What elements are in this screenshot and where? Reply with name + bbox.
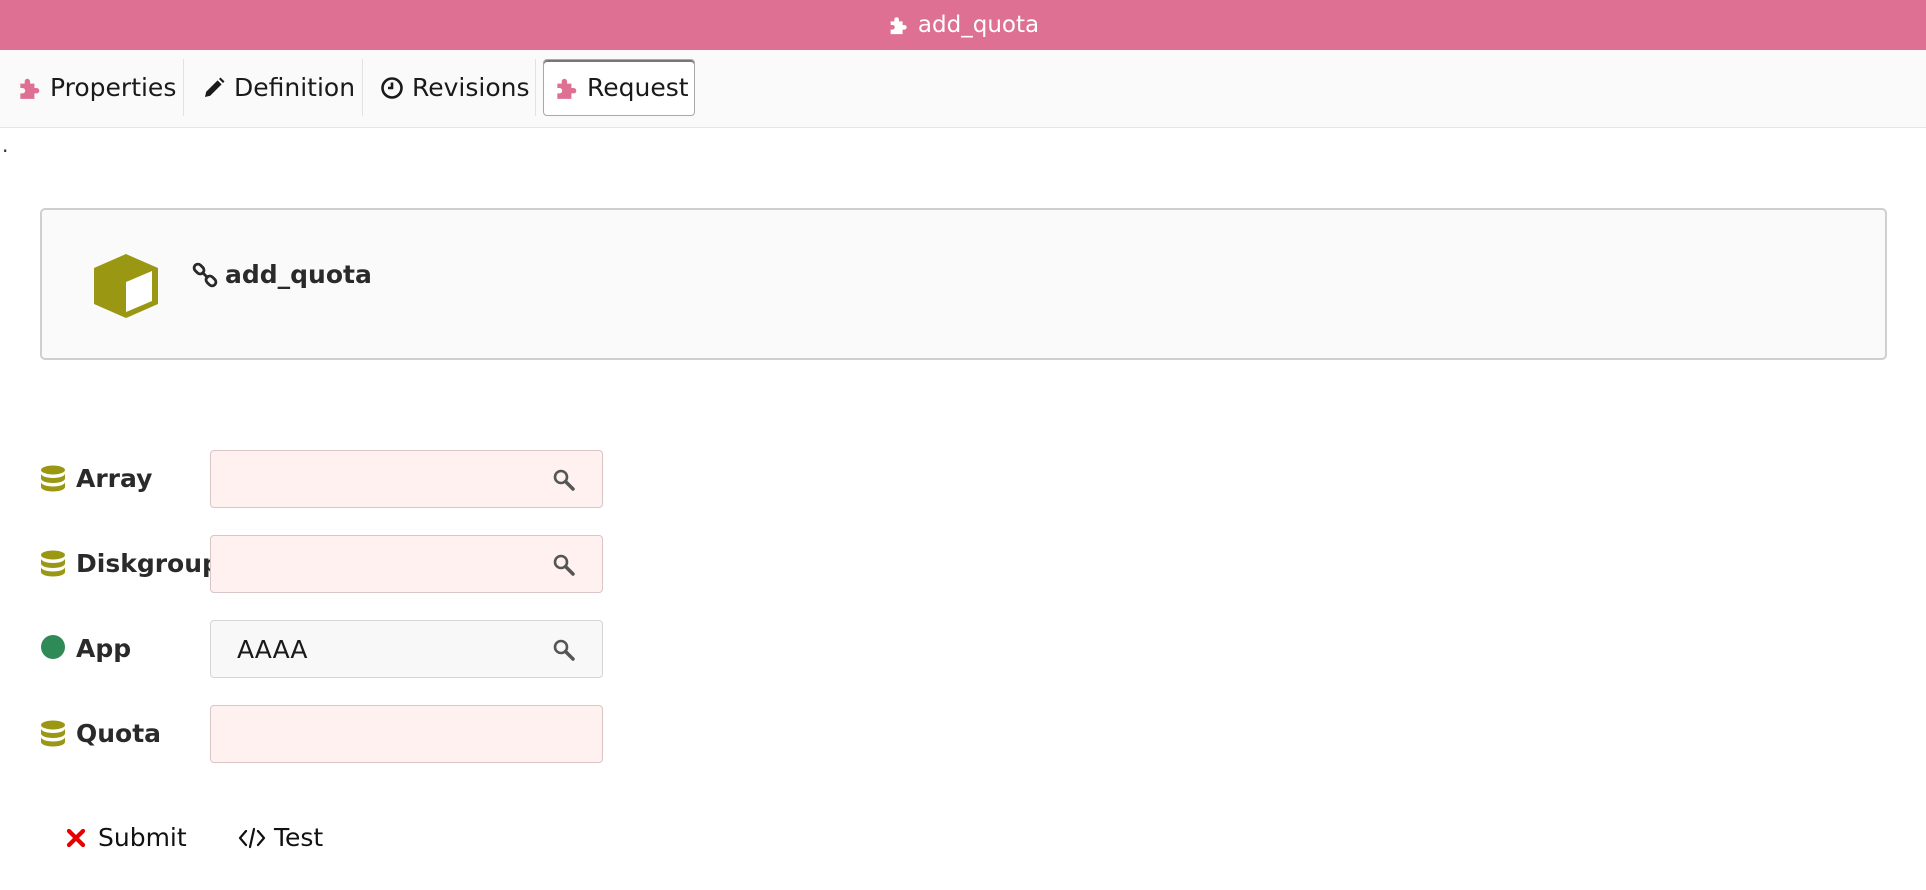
clock-icon <box>380 76 404 100</box>
object-name: add_quota <box>192 260 372 289</box>
tab-label: Properties <box>50 73 177 102</box>
window-title-bar: add_quota <box>0 0 1926 50</box>
search-icon[interactable] <box>552 553 576 577</box>
database-icon <box>40 720 66 754</box>
test-label: Test <box>274 823 324 852</box>
submit-button[interactable]: Submit <box>66 823 187 852</box>
tab-label: Revisions <box>412 73 530 102</box>
stray-dot: . <box>2 133 9 157</box>
app-input[interactable]: AAAA <box>210 620 603 678</box>
tab-label: Request <box>587 73 689 102</box>
diskgroup-input[interactable] <box>210 535 603 593</box>
puzzle-icon <box>16 75 42 101</box>
field-app: App AAAA <box>40 620 610 678</box>
tab-label: Definition <box>234 73 356 102</box>
quota-input[interactable] <box>210 705 603 763</box>
database-icon <box>40 550 66 584</box>
tab-divider <box>183 59 184 116</box>
field-label: App <box>76 634 132 663</box>
object-header-card: add_quota <box>40 208 1887 360</box>
object-name-text: add_quota <box>225 260 372 289</box>
tab-revisions[interactable]: Revisions <box>380 59 530 116</box>
array-input[interactable] <box>210 450 603 508</box>
tab-request[interactable]: Request <box>543 59 695 116</box>
link-icon <box>192 262 218 288</box>
field-array: Array <box>40 450 610 508</box>
pencil-icon <box>202 76 226 100</box>
tab-properties[interactable]: Properties <box>16 59 176 116</box>
puzzle-icon <box>553 75 579 101</box>
field-label: Quota <box>76 719 162 748</box>
field-diskgroup: Diskgroup <box>40 535 610 593</box>
search-icon[interactable] <box>552 468 576 492</box>
cube-icon <box>90 250 162 326</box>
field-label: Array <box>76 464 153 493</box>
puzzle-icon <box>887 14 909 36</box>
circle-icon <box>40 635 66 669</box>
search-icon[interactable] <box>552 638 576 662</box>
code-icon <box>238 826 266 850</box>
test-button[interactable]: Test <box>238 823 323 852</box>
submit-label: Submit <box>98 823 187 852</box>
window-title: add_quota <box>917 12 1040 38</box>
database-icon <box>40 465 66 499</box>
field-label: Diskgroup <box>76 549 220 578</box>
tab-definition[interactable]: Definition <box>202 59 355 116</box>
field-quota: Quota <box>40 705 610 763</box>
app-input-value: AAAA <box>237 634 308 664</box>
tab-bar: Properties Definition Revisions Request <box>0 50 1926 128</box>
x-icon <box>66 828 86 848</box>
tab-divider <box>362 59 363 116</box>
tab-divider <box>535 59 536 116</box>
